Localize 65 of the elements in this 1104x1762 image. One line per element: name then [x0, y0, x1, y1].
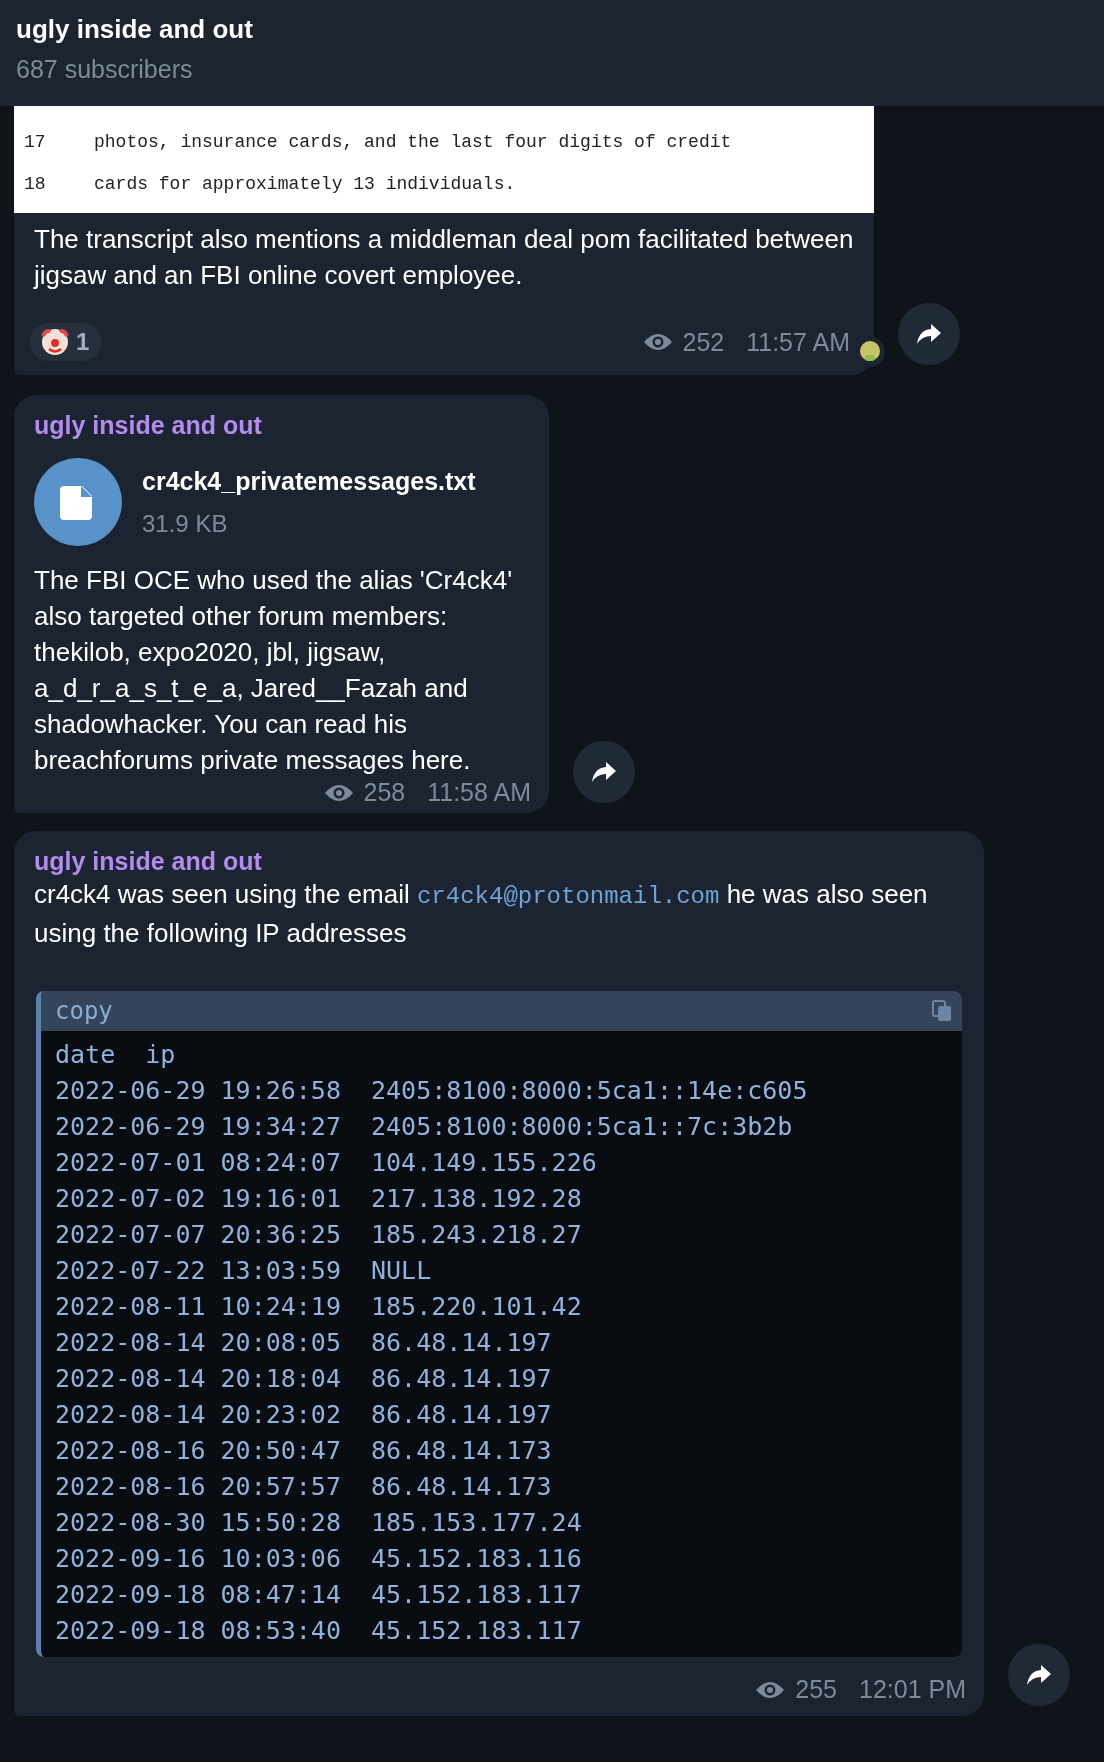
message-text: The transcript also mentions a middleman deal pom facilitated between jigsaw and an FBI online covert employee. [32, 223, 855, 292]
sender-name: ugly inside and out [33, 410, 263, 440]
line-number: 18 [24, 174, 47, 194]
code-language-label: copy [55, 997, 113, 1025]
code-ip: 45.152.183.116 [371, 1543, 583, 1575]
document-line: photos, insurance cards, and the last four digits of credit [94, 132, 732, 152]
code-ip: 185.220.101.42 [371, 1291, 583, 1323]
eye-icon [323, 782, 354, 803]
code-date: 2022-08-16 20:57:57 [55, 1471, 341, 1503]
file-icon[interactable] [34, 458, 122, 546]
eye-icon [755, 1679, 786, 1700]
code-header: ip [145, 1039, 176, 1071]
channel-title: ugly inside and out [16, 14, 253, 45]
email-link[interactable]: cr4ck4@protonmail.com [416, 883, 720, 910]
code-date: 2022-08-11 10:24:19 [55, 1291, 341, 1323]
message-time: 11:58 AM [427, 778, 531, 807]
share-arrow-icon [1026, 1664, 1052, 1686]
message-text: The FBI OCE who used the alias 'Cr4ck4' also targeted other forum members: thekilob, expo2020, jbl, jigsaw, a_d_r_a_s_t_e_a, Jared__Fazah and shadowhacker. You can read his breachforums private messages here. [33, 564, 514, 777]
code-ip: 86.48.14.197 [371, 1363, 553, 1395]
file-size: 31.9 KB [142, 509, 228, 538]
eye-icon [642, 332, 673, 352]
share-arrow-icon [916, 323, 942, 345]
message-time: 12:01 PM [859, 1675, 966, 1704]
code-date: 2022-07-01 08:24:07 [55, 1147, 341, 1179]
code-ip: 2405:8100:8000:5ca1::14e:c605 [371, 1075, 808, 1107]
message-text: cr4ck4 was seen using the email cr4ck4@protonmail.com he was also seen using the following IP addresses [33, 878, 929, 950]
share-arrow-icon [591, 761, 617, 783]
code-ip: 86.48.14.197 [371, 1327, 553, 1359]
code-ip: 2405:8100:8000:5ca1::7c:3b2b [371, 1111, 794, 1143]
view-count: 258 [363, 778, 406, 807]
sender-name: ugly inside and out [33, 846, 263, 876]
code-date: 2022-06-29 19:26:58 [55, 1075, 341, 1107]
code-date: 2022-09-18 08:53:40 [55, 1615, 341, 1647]
clown-icon [40, 327, 70, 357]
code-ip: 45.152.183.117 [371, 1579, 583, 1611]
code-ip: 217.138.192.28 [371, 1183, 583, 1215]
file-name[interactable]: cr4ck4_privatemessages.txt [142, 466, 476, 496]
code-date: 2022-08-14 20:18:04 [55, 1363, 341, 1395]
code-date: 2022-07-07 20:36:25 [55, 1219, 341, 1251]
code-date: 2022-06-29 19:34:27 [55, 1111, 341, 1143]
code-ip: 185.153.177.24 [371, 1507, 583, 1539]
code-ip: 104.149.155.226 [371, 1147, 598, 1179]
code-date: 2022-08-14 20:08:05 [55, 1327, 341, 1359]
subscriber-count: 687 subscribers [16, 55, 193, 84]
message-time: 11:57 AM [746, 327, 850, 357]
line-number: 17 [24, 132, 47, 152]
code-ip: 45.152.183.117 [371, 1615, 583, 1647]
copy-icon[interactable] [932, 1000, 952, 1022]
code-date: 2022-09-18 08:47:14 [55, 1579, 341, 1611]
code-date: 2022-07-02 19:16:01 [55, 1183, 341, 1215]
code-date: 2022-09-16 10:03:06 [55, 1543, 341, 1575]
code-ip: NULL [371, 1255, 433, 1287]
code-date: 2022-08-14 20:23:02 [55, 1399, 341, 1431]
code-ip: 185.243.218.27 [371, 1219, 583, 1251]
view-count: 255 [795, 1675, 837, 1704]
view-count: 252 [682, 327, 725, 357]
document-line: cards for approximately 13 individuals. [94, 174, 516, 194]
code-date: 2022-08-30 15:50:28 [55, 1507, 341, 1539]
code-ip: 86.48.14.173 [371, 1471, 553, 1503]
code-header: date [55, 1039, 116, 1071]
reaction-chip[interactable]: 1 [30, 323, 102, 361]
code-date: 2022-07-22 13:03:59 [55, 1255, 341, 1287]
code-ip: 86.48.14.197 [371, 1399, 553, 1431]
code-ip: 86.48.14.173 [371, 1435, 553, 1467]
code-date: 2022-08-16 20:50:47 [55, 1435, 341, 1467]
